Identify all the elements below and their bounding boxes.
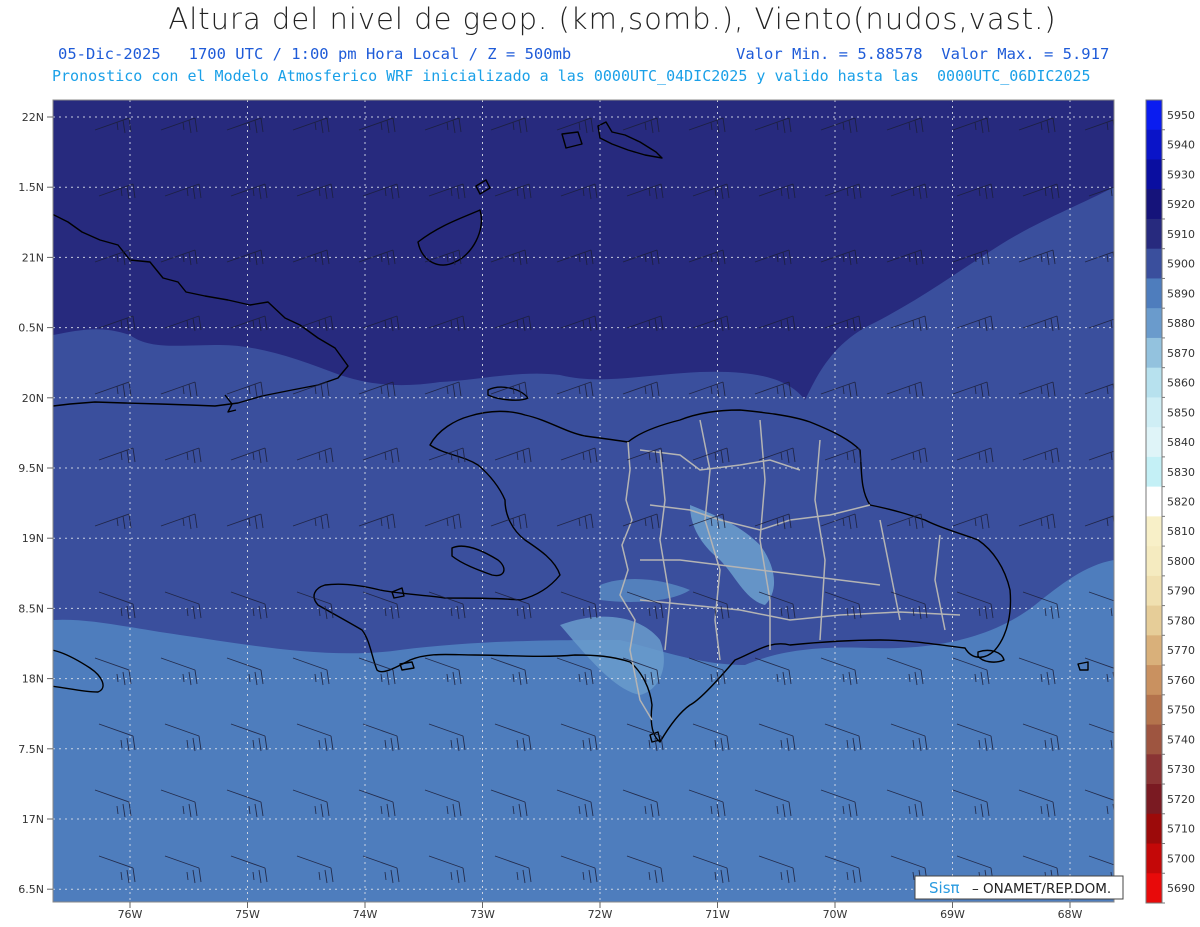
lon-tick-label: 70W: [823, 908, 848, 921]
colorbar-swatch: [1146, 605, 1162, 636]
colorbar-label: 5720: [1167, 793, 1195, 806]
colorbar-swatch: [1146, 278, 1162, 309]
colorbar-swatch: [1146, 129, 1162, 160]
colorbar-swatch: [1146, 516, 1162, 547]
colorbar-swatch: [1146, 813, 1162, 845]
lat-tick-label: 21N: [22, 251, 44, 264]
colorbar-label: 5790: [1167, 585, 1195, 598]
colorbar-label: 5770: [1167, 644, 1195, 657]
colorbar-swatch: [1146, 308, 1162, 339]
colorbar-label: 5690: [1167, 882, 1195, 895]
colorbar-swatch: [1146, 635, 1162, 666]
colorbar-swatch: [1146, 100, 1162, 131]
colorbar-label: 5830: [1167, 466, 1195, 479]
colorbar-label: 5900: [1167, 258, 1195, 271]
lon-tick-label: 71W: [705, 908, 730, 921]
lat-tick-label: 9.5N: [18, 462, 44, 475]
colorbar-swatch: [1146, 456, 1162, 488]
colorbar-label: 5840: [1167, 436, 1195, 449]
colorbar-swatch: [1146, 546, 1162, 577]
map-plot-area: [53, 100, 1114, 902]
colorbar-label: 5740: [1167, 733, 1195, 746]
colorbar-label: 5700: [1167, 852, 1195, 865]
colorbar-label: 5730: [1167, 763, 1195, 776]
colorbar-label: 5910: [1167, 228, 1195, 241]
colorbar-label: 5950: [1167, 109, 1195, 122]
colorbar: 5950 5940 5930 5920 5910 5900 5890 5880 5870 5860…: [1145, 99, 1195, 904]
colorbar-swatch: [1146, 337, 1162, 369]
lon-tick-label: 76W: [118, 908, 143, 921]
lon-tick-label: 68W: [1058, 908, 1083, 921]
colorbar-swatch: [1146, 397, 1162, 428]
colorbar-label: 5760: [1167, 674, 1195, 687]
lat-axis: 22N 1.5N 21N 0.5N 20N 9.5N 19N 8.5N 18N 7.5N 17N 6.…: [18, 111, 53, 896]
map-figure: 22N 1.5N 21N 0.5N 20N 9.5N 19N 8.5N 18N 7.5N 17N 6.…: [18, 99, 1195, 921]
lon-tick-label: 69W: [940, 908, 965, 921]
colorbar-label: 5750: [1167, 704, 1195, 717]
lat-tick-label: 7.5N: [18, 743, 44, 756]
lon-axis: 76W 75W 74W 73W 72W 71W 70W 69W 68W: [118, 902, 1083, 921]
colorbar-swatch: [1146, 694, 1162, 726]
colorbar-swatch: [1146, 784, 1162, 815]
colorbar-label: 5940: [1167, 139, 1195, 152]
colorbar-label: 5710: [1167, 823, 1195, 836]
lat-tick-label: 19N: [22, 532, 44, 545]
colorbar-label: 5860: [1167, 377, 1195, 390]
credit-brand: Sisπ: [929, 879, 960, 897]
colorbar-label: 5810: [1167, 525, 1195, 538]
lat-tick-label: 17N: [22, 813, 44, 826]
colorbar-swatch: [1146, 427, 1162, 458]
colorbar-label: 5870: [1167, 347, 1195, 360]
lat-tick-label: 6.5N: [18, 883, 44, 896]
colorbar-label: 5890: [1167, 287, 1195, 300]
lat-tick-label: 18N: [22, 673, 44, 686]
lon-tick-label: 74W: [353, 908, 378, 921]
colorbar-swatch: [1146, 724, 1162, 755]
colorbar-label: 5850: [1167, 406, 1195, 419]
lat-tick-label: 20N: [22, 392, 44, 405]
colorbar-swatch: [1146, 218, 1162, 250]
colorbar-swatch: [1146, 754, 1162, 785]
colorbar-label: 5800: [1167, 555, 1195, 568]
colorbar-label: 5880: [1167, 317, 1195, 330]
lat-tick-label: 8.5N: [18, 602, 44, 615]
colorbar-swatch: [1146, 248, 1162, 279]
colorbar-swatch: [1146, 843, 1162, 874]
lat-tick-label: 22N: [22, 111, 44, 124]
colorbar-label: 5820: [1167, 496, 1195, 509]
lat-tick-label: 1.5N: [18, 181, 44, 194]
colorbar-label: 5930: [1167, 168, 1195, 181]
colorbar-swatch: [1146, 367, 1162, 398]
lon-tick-label: 75W: [235, 908, 260, 921]
colorbar-swatch: [1146, 873, 1162, 904]
credit-box: Sisπ – ONAMET/REP.DOM.: [914, 875, 1124, 900]
lat-tick-label: 0.5N: [18, 322, 44, 335]
colorbar-swatch: [1146, 486, 1162, 517]
lon-tick-label: 73W: [470, 908, 495, 921]
colorbar-swatch: [1146, 665, 1162, 696]
colorbar-swatch: [1146, 575, 1162, 607]
colorbar-label: 5920: [1167, 198, 1195, 211]
colorbar-swatch: [1146, 189, 1162, 220]
lon-tick-label: 72W: [588, 908, 613, 921]
colorbar-label: 5780: [1167, 614, 1195, 627]
colorbar-swatch: [1146, 159, 1162, 190]
credit-text: – ONAMET/REP.DOM.: [972, 881, 1111, 897]
